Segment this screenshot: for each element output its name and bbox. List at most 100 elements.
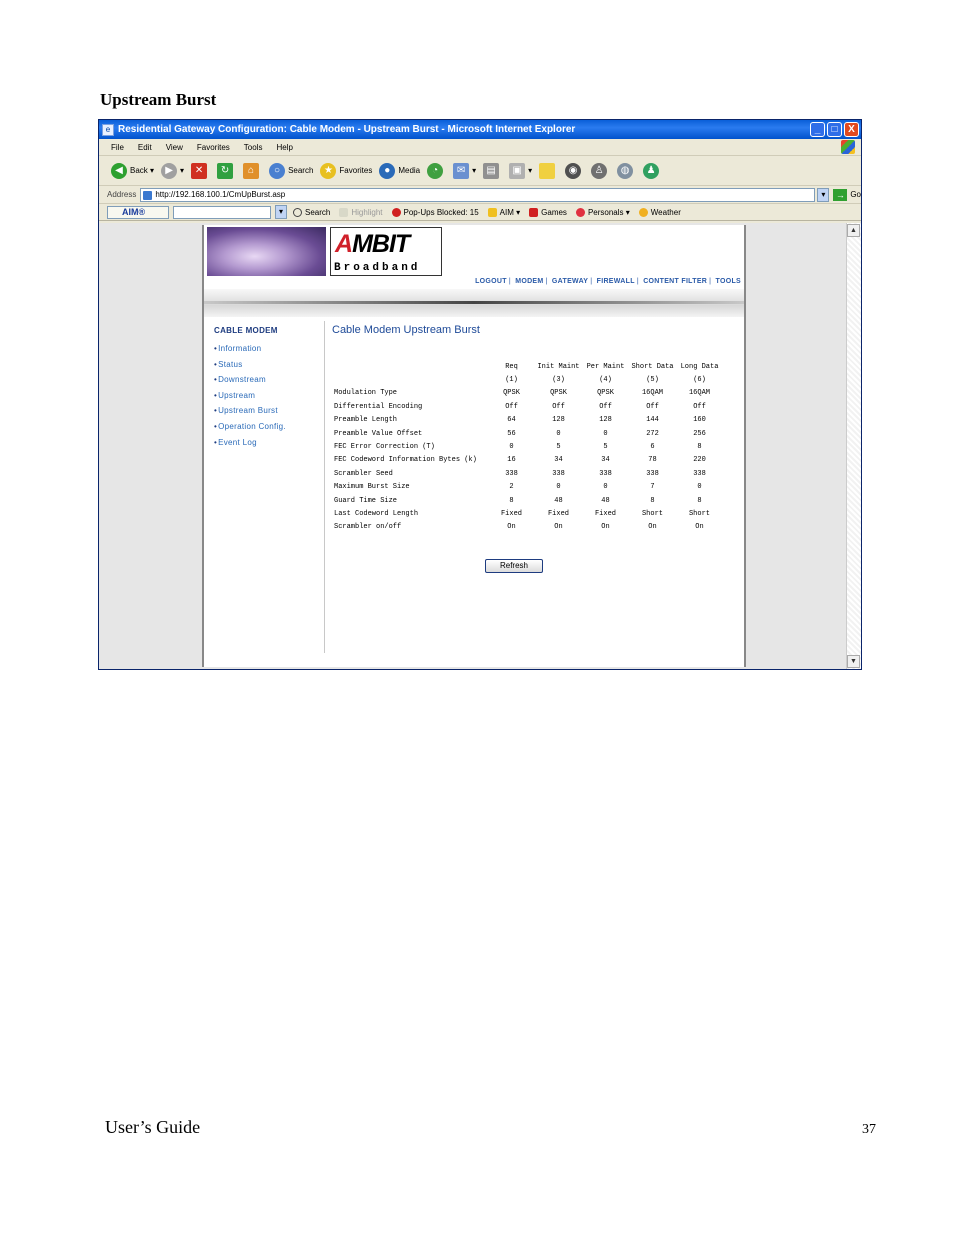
aim-search-button[interactable]: Search [293, 207, 331, 217]
personals-button[interactable]: Personals ▾ [575, 207, 630, 217]
close-button[interactable]: X [844, 122, 859, 137]
messenger-button[interactable]: ♙ [591, 162, 610, 179]
stop-icon: ✕ [191, 162, 208, 179]
media-button[interactable]: ● Media [379, 162, 420, 179]
chat-button[interactable]: ◍ [617, 162, 636, 179]
history-button[interactable]: ◔ [427, 162, 446, 179]
aim-search-dropdown[interactable]: ▾ [275, 205, 287, 219]
sidebar-menu: Information Status Downstream Upstream U… [214, 344, 286, 453]
menu-help[interactable]: Help [276, 143, 292, 152]
popups-label: Pop-Ups Blocked: 15 [403, 207, 479, 217]
stop-button[interactable]: ✕ [191, 162, 210, 179]
menu-favorites[interactable]: Favorites [197, 143, 230, 152]
home-button[interactable]: ⌂ [243, 162, 262, 179]
menu-tools[interactable]: Tools [244, 143, 263, 152]
row-label: Scrambler Seed [334, 469, 393, 478]
row-label: Modulation Type [334, 389, 398, 398]
sidebar-item-downstream[interactable]: Downstream [214, 375, 286, 391]
windows-logo-icon [841, 140, 855, 154]
edit-icon: ▣ [509, 162, 526, 179]
table-cell: 2 [509, 483, 514, 492]
aim-button[interactable]: AIM ▾ [487, 207, 520, 217]
nav-tools[interactable]: TOOLS [716, 278, 741, 285]
favorites-button[interactable]: ★ Favorites [320, 162, 372, 179]
globe-banner-image [207, 227, 326, 276]
sun-icon [638, 207, 648, 217]
minimize-button[interactable]: _ [810, 122, 825, 137]
sidebar-item-event-log[interactable]: Event Log [214, 438, 286, 454]
table-header-id-row: (1) (3) (4) (5) (6) [332, 373, 723, 386]
footer-guide-title: User’s Guide [105, 1117, 201, 1137]
mail-button[interactable]: ✉ ▾ [453, 162, 476, 179]
vertical-scrollbar[interactable]: ▲ ▼ [846, 223, 861, 669]
nav-firewall[interactable]: FIREWALL [597, 278, 635, 285]
ambit-wordmark-rest: MBIT [352, 230, 410, 258]
aim-menu-button[interactable]: AIM® [107, 205, 169, 219]
nav-logout[interactable]: LOGOUT [475, 278, 507, 285]
ie-page-icon: e [102, 123, 114, 136]
nav-gateway[interactable]: GATEWAY [552, 278, 588, 285]
table-header-id-cell: (6) [693, 376, 706, 385]
address-dropdown[interactable]: ▾ [817, 187, 830, 202]
aim-search-label: Search [305, 207, 331, 217]
maximize-button[interactable]: □ [827, 122, 842, 137]
menu-edit[interactable]: Edit [138, 143, 152, 152]
table-cell: 48 [554, 496, 563, 505]
research-button[interactable]: ◉ [565, 162, 584, 179]
refresh-browser-button[interactable]: ↻ [217, 162, 236, 179]
scroll-up-button[interactable]: ▲ [847, 224, 860, 237]
table-cell: 256 [693, 429, 706, 438]
edit-button[interactable]: ▣ ▾ [509, 162, 532, 179]
history-icon: ◔ [427, 162, 444, 179]
sidebar-item-upstream-burst[interactable]: Upstream Burst [214, 406, 286, 422]
standard-toolbar: ◀ Back ▾ ▶ ▾ ✕ ↻ ⌂ ○ Search ★ Favorites ●… [99, 156, 861, 186]
table-cell: 8 [697, 496, 702, 505]
sidebar-item-information[interactable]: Information [214, 344, 286, 360]
row-label: FEC Error Correction (T) [334, 443, 435, 452]
table-cell: 0 [509, 443, 514, 452]
games-button[interactable]: Games [529, 207, 567, 217]
table-row: Guard Time Size 8 48 48 8 8 [332, 494, 723, 507]
nav-content-filter[interactable]: CONTENT FILTER [643, 278, 707, 285]
refresh-icon: ↻ [217, 162, 234, 179]
print-button[interactable]: ▤ [483, 162, 502, 179]
menu-view[interactable]: View [166, 143, 183, 152]
print-icon: ▤ [483, 162, 500, 179]
nav-modem[interactable]: MODEM [515, 278, 543, 285]
search-button[interactable]: ○ Search [269, 162, 313, 179]
row-label: FEC Codeword Information Bytes (k) [334, 456, 477, 465]
row-label: Maximum Burst Size [334, 483, 410, 492]
table-cell: 16 [507, 456, 516, 465]
contacts-button[interactable]: ♟ [643, 162, 662, 179]
weather-button[interactable]: Weather [638, 207, 681, 217]
sidebar-item-upstream[interactable]: Upstream [214, 391, 286, 407]
sidebar-item-status[interactable]: Status [214, 360, 286, 376]
address-bar: Address http://192.168.100.1/CmUpBurst.a… [99, 186, 861, 204]
menu-file[interactable]: File [111, 143, 124, 152]
table-cell: 220 [693, 456, 706, 465]
address-input[interactable]: http://192.168.100.1/CmUpBurst.asp [140, 187, 816, 202]
discuss-icon [539, 162, 556, 179]
sidebar-item-operation-config[interactable]: Operation Config. [214, 422, 286, 438]
go-arrow-icon: → [833, 188, 848, 201]
title-bar: e Residential Gateway Configuration: Cab… [99, 120, 861, 139]
back-button[interactable]: ◀ Back ▾ [111, 162, 154, 179]
popups-blocked[interactable]: Pop-Ups Blocked: 15 [391, 207, 479, 217]
table-header-cell: Per Maint [586, 362, 625, 371]
page-title: Cable Modem Upstream Burst [332, 324, 480, 336]
highlight-icon [339, 207, 349, 217]
discuss-button[interactable] [539, 162, 558, 179]
refresh-button[interactable]: Refresh [485, 559, 543, 573]
row-label: Preamble Value Offset [334, 429, 423, 438]
go-button[interactable]: → Go [833, 188, 861, 201]
highlight-button[interactable]: Highlight [339, 207, 383, 217]
aim-runner-icon [487, 207, 497, 217]
table-cell: On [554, 523, 563, 532]
forward-button[interactable]: ▶ ▾ [161, 162, 184, 179]
table-cell: 0 [556, 429, 561, 438]
back-arrow-icon: ◀ [111, 162, 127, 179]
aim-search-input[interactable] [173, 205, 271, 219]
broadband-wordmark: Broadband [334, 262, 421, 274]
scroll-down-button[interactable]: ▼ [847, 655, 860, 668]
weather-label: Weather [650, 207, 681, 217]
